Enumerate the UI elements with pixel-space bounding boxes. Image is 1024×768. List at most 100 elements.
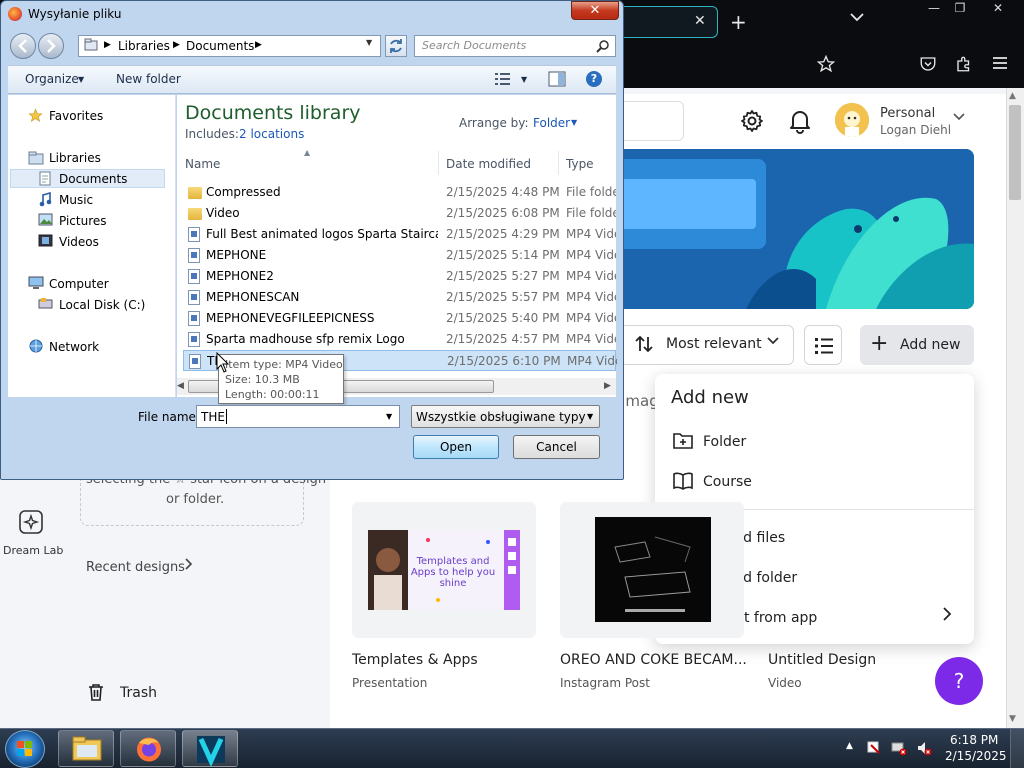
tooltip-length: Length: 00:00:11 (225, 388, 320, 401)
trash-icon[interactable] (86, 682, 106, 702)
show-desktop-button[interactable] (1010, 729, 1024, 768)
change-view-icon[interactable] (494, 71, 512, 87)
file-row[interactable]: MEPHONESCAN 2/15/2025 5:57 PM MP4 Video (183, 287, 616, 308)
dream-lab-icon[interactable] (17, 508, 45, 536)
breadcrumb-separator[interactable]: ▶ (255, 40, 262, 50)
file-row[interactable]: Sparta madhouse sfp remix Logo 2/15/2025… (183, 329, 616, 350)
start-button[interactable] (5, 730, 45, 768)
trash-link[interactable]: Trash (120, 685, 157, 701)
forward-button[interactable] (38, 33, 64, 59)
taskbar-explorer[interactable] (58, 730, 114, 767)
video-file-icon (189, 354, 201, 369)
file-row[interactable]: Compressed 2/15/2025 4:48 PM File folder (183, 182, 616, 203)
nav-pictures[interactable]: Pictures (59, 214, 107, 228)
account-name[interactable]: Personal (880, 106, 935, 121)
nav-local-disk[interactable]: Local Disk (C:) (59, 298, 145, 312)
column-header-date[interactable]: Date modified (446, 157, 531, 171)
preview-pane-icon[interactable] (548, 71, 566, 87)
chevron-down-icon[interactable] (953, 113, 965, 121)
nav-videos[interactable]: Videos (59, 235, 99, 249)
gear-icon[interactable] (740, 109, 764, 133)
pictures-icon (38, 213, 53, 226)
clock-date[interactable]: 2/15/2025 (945, 749, 1007, 763)
help-icon[interactable]: ? (586, 71, 602, 87)
tab-list-chevron-icon[interactable] (850, 12, 864, 22)
nav-documents[interactable]: Documents (59, 172, 127, 186)
recent-designs-link[interactable]: Recent designs (86, 560, 185, 575)
add-folder-item[interactable]: Folder (703, 434, 746, 450)
scroll-up-icon[interactable]: ▲ (1009, 91, 1016, 101)
bell-icon[interactable] (789, 108, 811, 134)
nav-music[interactable]: Music (59, 193, 93, 207)
breadcrumb-documents[interactable]: Documents (186, 39, 254, 53)
dropdown-arrow-icon[interactable]: ▼ (571, 118, 577, 127)
add-course-item[interactable]: Course (703, 474, 752, 490)
file-type-value[interactable]: Wszystkie obsługiwane typy (416, 410, 586, 424)
file-row[interactable]: Full Best animated logos Sparta Staircas… (183, 224, 616, 245)
volume-muted-icon[interactable] (916, 740, 932, 756)
add-new-menu-title: Add new (671, 387, 749, 408)
scroll-down-icon[interactable]: ▼ (1009, 714, 1016, 724)
scrollbar-thumb[interactable] (1009, 105, 1021, 200)
refresh-button[interactable] (385, 35, 407, 57)
account-user[interactable]: Logan Diehl (880, 123, 951, 137)
tray-expand-icon[interactable]: ▲ (846, 741, 853, 751)
back-button[interactable] (10, 33, 36, 59)
dropdown-arrow-icon[interactable]: ▼ (78, 75, 84, 84)
column-header-name[interactable]: Name (185, 157, 220, 171)
bookmark-star-icon[interactable] (817, 55, 835, 73)
scroll-left-icon[interactable]: ◀ (177, 381, 184, 391)
dropdown-arrow-icon[interactable]: ▼ (521, 75, 527, 84)
folder-icon (188, 187, 202, 199)
chevron-right-icon[interactable] (185, 558, 193, 570)
nav-computer[interactable]: Computer (49, 277, 109, 291)
list-view-button[interactable] (804, 325, 842, 365)
dropdown-arrow-icon[interactable]: ▼ (386, 412, 392, 421)
file-row[interactable]: MEPHONE2 2/15/2025 5:27 PM MP4 Video (183, 266, 616, 287)
new-folder-button[interactable]: New folder (116, 72, 181, 86)
file-row[interactable]: Video 2/15/2025 6:08 PM File folder (183, 203, 616, 224)
search-documents-input[interactable]: Search Documents (414, 35, 616, 57)
dialog-close-button[interactable]: ✕ (571, 1, 619, 20)
help-button[interactable]: ? (935, 657, 983, 705)
taskbar-video-editor[interactable] (182, 730, 238, 768)
card-title[interactable]: Untitled Design (768, 652, 876, 668)
pocket-icon[interactable] (919, 55, 937, 73)
new-tab-button[interactable]: + (730, 10, 747, 34)
nav-network[interactable]: Network (49, 340, 99, 354)
column-divider[interactable] (438, 151, 439, 175)
column-header-type[interactable]: Type (566, 157, 594, 171)
organize-button[interactable]: Organize (25, 72, 79, 86)
breadcrumb-libraries[interactable]: Libraries (118, 39, 170, 53)
search-icon[interactable] (596, 39, 610, 53)
file-row[interactable]: MEPHONEVEGFILEEPICNESS 2/15/2025 5:40 PM… (183, 308, 616, 329)
nav-libraries[interactable]: Libraries (49, 151, 101, 165)
address-dropdown-icon[interactable]: ▼ (366, 38, 372, 47)
dream-lab-label[interactable]: Dream Lab (3, 544, 63, 557)
avatar[interactable] (835, 103, 869, 137)
cancel-button[interactable]: Cancel (513, 435, 600, 459)
nav-favorites[interactable]: Favorites (49, 109, 103, 123)
restore-button[interactable]: ❐ (946, 0, 974, 17)
card-title[interactable]: OREO AND COKE BECAM... (560, 652, 747, 668)
minimize-button[interactable]: — (920, 0, 948, 17)
arrange-by-dropdown[interactable]: Folder (533, 116, 570, 130)
file-date: 2/15/2025 4:57 PM (446, 332, 560, 346)
dropdown-arrow-icon[interactable]: ▼ (587, 412, 593, 421)
open-button[interactable]: Open (413, 435, 499, 459)
taskbar-firefox[interactable] (120, 730, 176, 767)
extensions-icon[interactable] (955, 55, 973, 73)
network-status-icon[interactable] (891, 740, 907, 756)
action-center-icon[interactable] (866, 740, 882, 756)
hamburger-menu-icon[interactable] (992, 56, 1008, 70)
clock-time[interactable]: 6:18 PM (950, 733, 998, 747)
card-subtitle: Instagram Post (560, 676, 650, 690)
card-title[interactable]: Templates & Apps (352, 652, 478, 668)
column-divider[interactable] (558, 151, 559, 175)
scroll-right-icon[interactable]: ▶ (604, 381, 611, 391)
window-close-button[interactable]: ✕ (984, 0, 1012, 17)
file-row[interactable]: MEPHONE 2/15/2025 5:14 PM MP4 Video (183, 245, 616, 266)
tab-close-icon[interactable]: ✕ (694, 13, 706, 29)
library-locations-link[interactable]: 2 locations (239, 127, 304, 141)
file-name-value[interactable]: THE (201, 410, 225, 424)
